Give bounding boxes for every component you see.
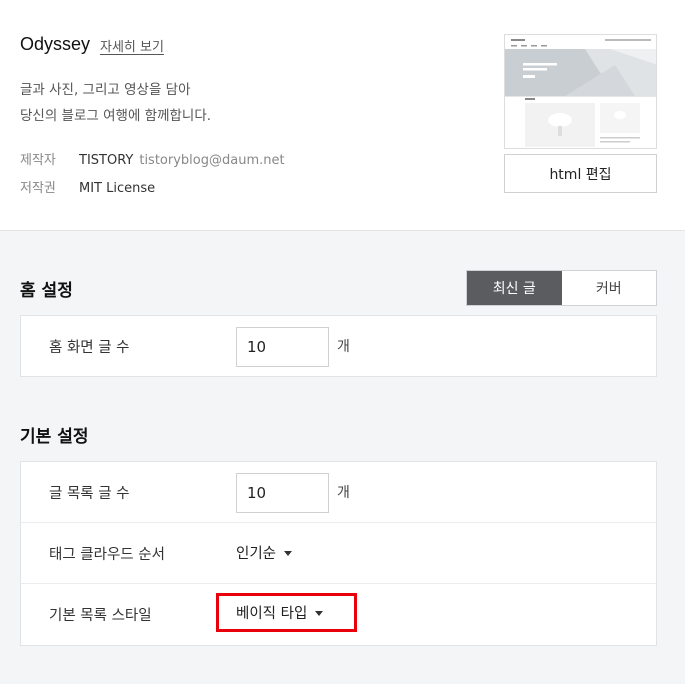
home-post-count-label: 홈 화면 글 수: [49, 340, 130, 356]
maker-value: TISTORY: [79, 153, 134, 168]
maker-label: 제작자: [20, 153, 56, 168]
detail-link[interactable]: 자세히 보기: [100, 36, 164, 55]
theme-preview-thumbnail: [504, 34, 657, 149]
tag-cloud-order-dropdown[interactable]: 인기순: [236, 542, 293, 563]
list-style-dropdown[interactable]: 베이직 타입: [236, 602, 324, 623]
tab-latest-posts[interactable]: 최신 글: [467, 271, 562, 305]
basic-settings-title: 기본 설정: [20, 427, 89, 447]
list-style-label: 기본 목록 스타일: [49, 608, 152, 624]
maker-row: 제작자 TISTORY tistoryblog@daum.net: [20, 149, 285, 168]
home-post-count-row: 홈 화면 글 수 개: [21, 316, 656, 377]
home-settings-panel: 홈 화면 글 수 개: [20, 315, 657, 377]
list-count-input[interactable]: [236, 473, 329, 513]
license-label: 저작권: [20, 181, 56, 196]
home-settings-title: 홈 설정: [20, 281, 73, 301]
license-value: MIT License: [79, 181, 156, 196]
theme-name: Odyssey: [20, 34, 91, 54]
list-style-row: 기본 목록 스타일 베이직 타입: [21, 584, 656, 645]
maker-email: tistoryblog@daum.net: [139, 153, 285, 168]
tag-cloud-order-value: 인기순: [236, 546, 277, 562]
caret-down-icon: [315, 611, 324, 616]
description-line-1: 글과 사진, 그리고 영상을 담아: [20, 82, 191, 98]
list-count-unit: 개: [337, 485, 350, 501]
description-line-2: 당신의 블로그 여행에 함께합니다.: [20, 108, 212, 124]
list-count-label: 글 목록 글 수: [49, 486, 130, 502]
home-post-count-input[interactable]: [236, 327, 329, 367]
home-post-count-unit: 개: [337, 339, 350, 355]
tab-cover[interactable]: 커버: [562, 271, 657, 305]
home-settings-toggle: 최신 글 커버: [466, 270, 657, 306]
tag-cloud-order-label: 태그 클라우드 순서: [49, 547, 165, 563]
list-style-value: 베이직 타입: [236, 606, 308, 622]
list-count-row: 글 목록 글 수 개: [21, 462, 656, 523]
tag-cloud-order-row: 태그 클라우드 순서 인기순: [21, 523, 656, 584]
theme-info-card: Odyssey 자세히 보기 글과 사진, 그리고 영상을 담아 당신의 블로그…: [0, 0, 685, 231]
caret-down-icon: [284, 551, 293, 556]
basic-settings-panel: 글 목록 글 수 개 태그 클라우드 순서 인기순 기본 목록 스타일 베이직 …: [20, 461, 657, 646]
html-edit-button[interactable]: html 편집: [504, 154, 657, 193]
license-row: 저작권 MIT License: [20, 177, 155, 196]
theme-description: 글과 사진, 그리고 영상을 담아 당신의 블로그 여행에 함께합니다.: [20, 77, 211, 129]
